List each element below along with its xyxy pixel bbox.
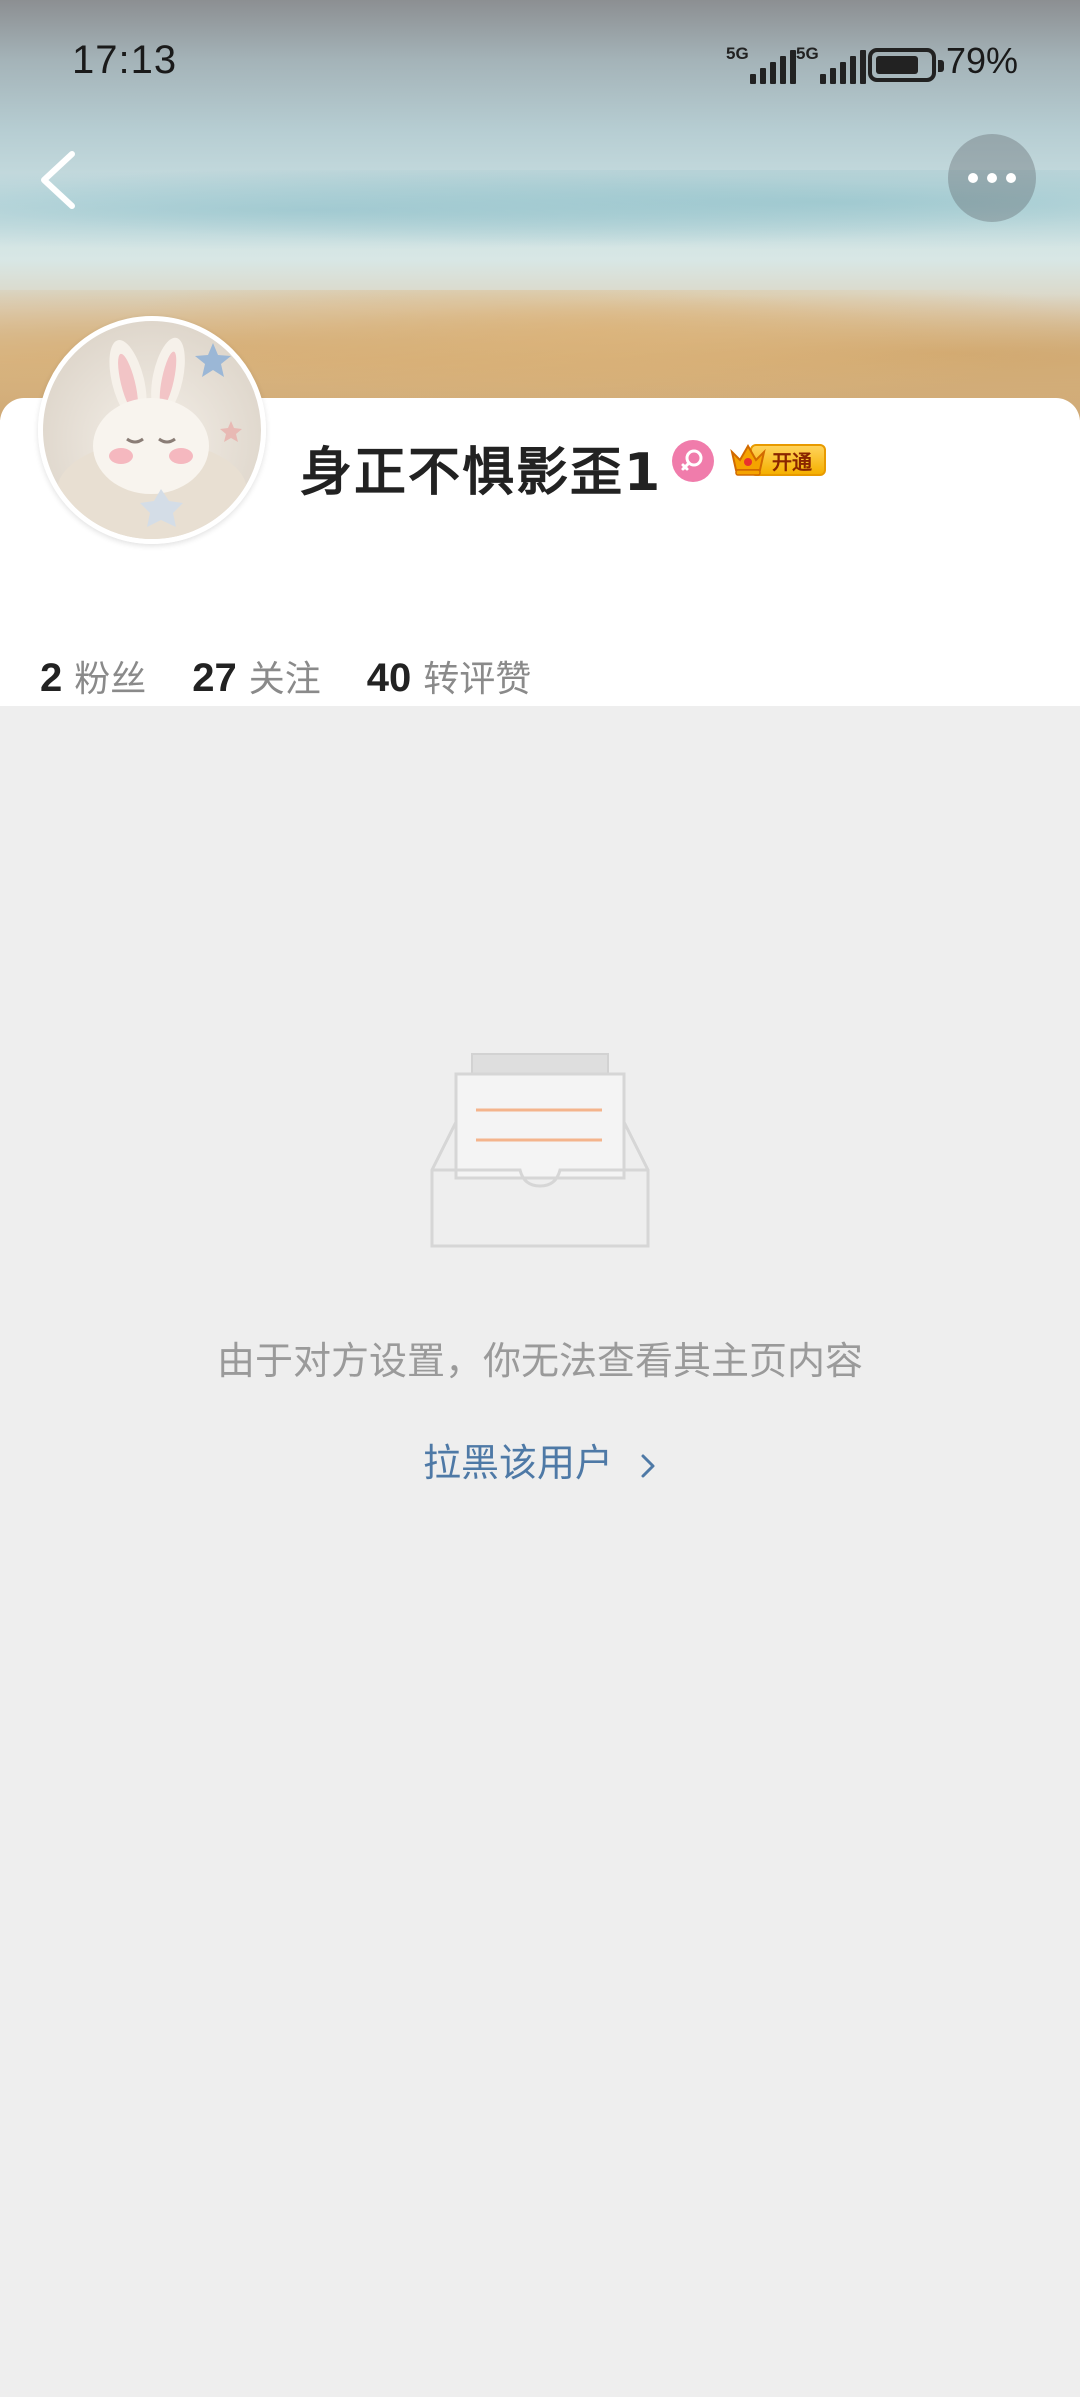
profile-stats: 2 粉丝 27 关注 40 转评赞: [40, 650, 577, 702]
stat-interactions[interactable]: 40 转评赞: [367, 650, 532, 702]
back-button[interactable]: [28, 140, 88, 220]
stat-label: 粉丝: [74, 659, 147, 700]
female-icon: [681, 449, 703, 471]
signal-icon-sim2: 5G: [796, 44, 866, 84]
stat-value: 40: [366, 656, 412, 700]
avatar[interactable]: [38, 316, 266, 544]
stat-value: 27: [192, 656, 237, 700]
vip-open-label: 开通: [772, 450, 812, 474]
chevron-right-icon: [641, 1454, 655, 1477]
network-type-sim2: 5G: [796, 44, 819, 63]
status-time: 17:13: [72, 38, 178, 82]
chevron-left-icon: [41, 151, 75, 209]
gender-badge: [672, 440, 714, 482]
stat-label: 转评赞: [423, 659, 532, 700]
stat-followers[interactable]: 2 粉丝: [40, 650, 146, 702]
empty-state-message: 由于对方设置，你无法查看其主页内容: [216, 1339, 863, 1383]
crown-icon: [730, 443, 766, 476]
more-dots-icon: [968, 173, 978, 183]
network-type-sim1: 5G: [726, 44, 749, 63]
empty-inbox-icon: [430, 1053, 650, 1248]
vip-open-button[interactable]: 开通: [728, 438, 828, 478]
battery-icon: [868, 48, 944, 82]
cover-sea: [0, 170, 1080, 250]
battery-percent: 79%: [946, 40, 1019, 81]
bunny-avatar-image: [57, 337, 247, 539]
more-button[interactable]: [948, 134, 1036, 222]
status-bar: 17:13 5G 5G 79%: [0, 0, 1080, 130]
stat-following[interactable]: 27 关注: [192, 650, 321, 702]
username: 身正不惧影歪1: [300, 443, 663, 503]
block-user-link[interactable]: 拉黑该用户: [0, 1432, 1080, 1487]
stat-value: 2: [40, 656, 63, 700]
signal-icon-sim1: 5G: [726, 44, 796, 84]
block-user-label: 拉黑该用户: [422, 1441, 613, 1485]
stat-label: 关注: [248, 659, 321, 700]
